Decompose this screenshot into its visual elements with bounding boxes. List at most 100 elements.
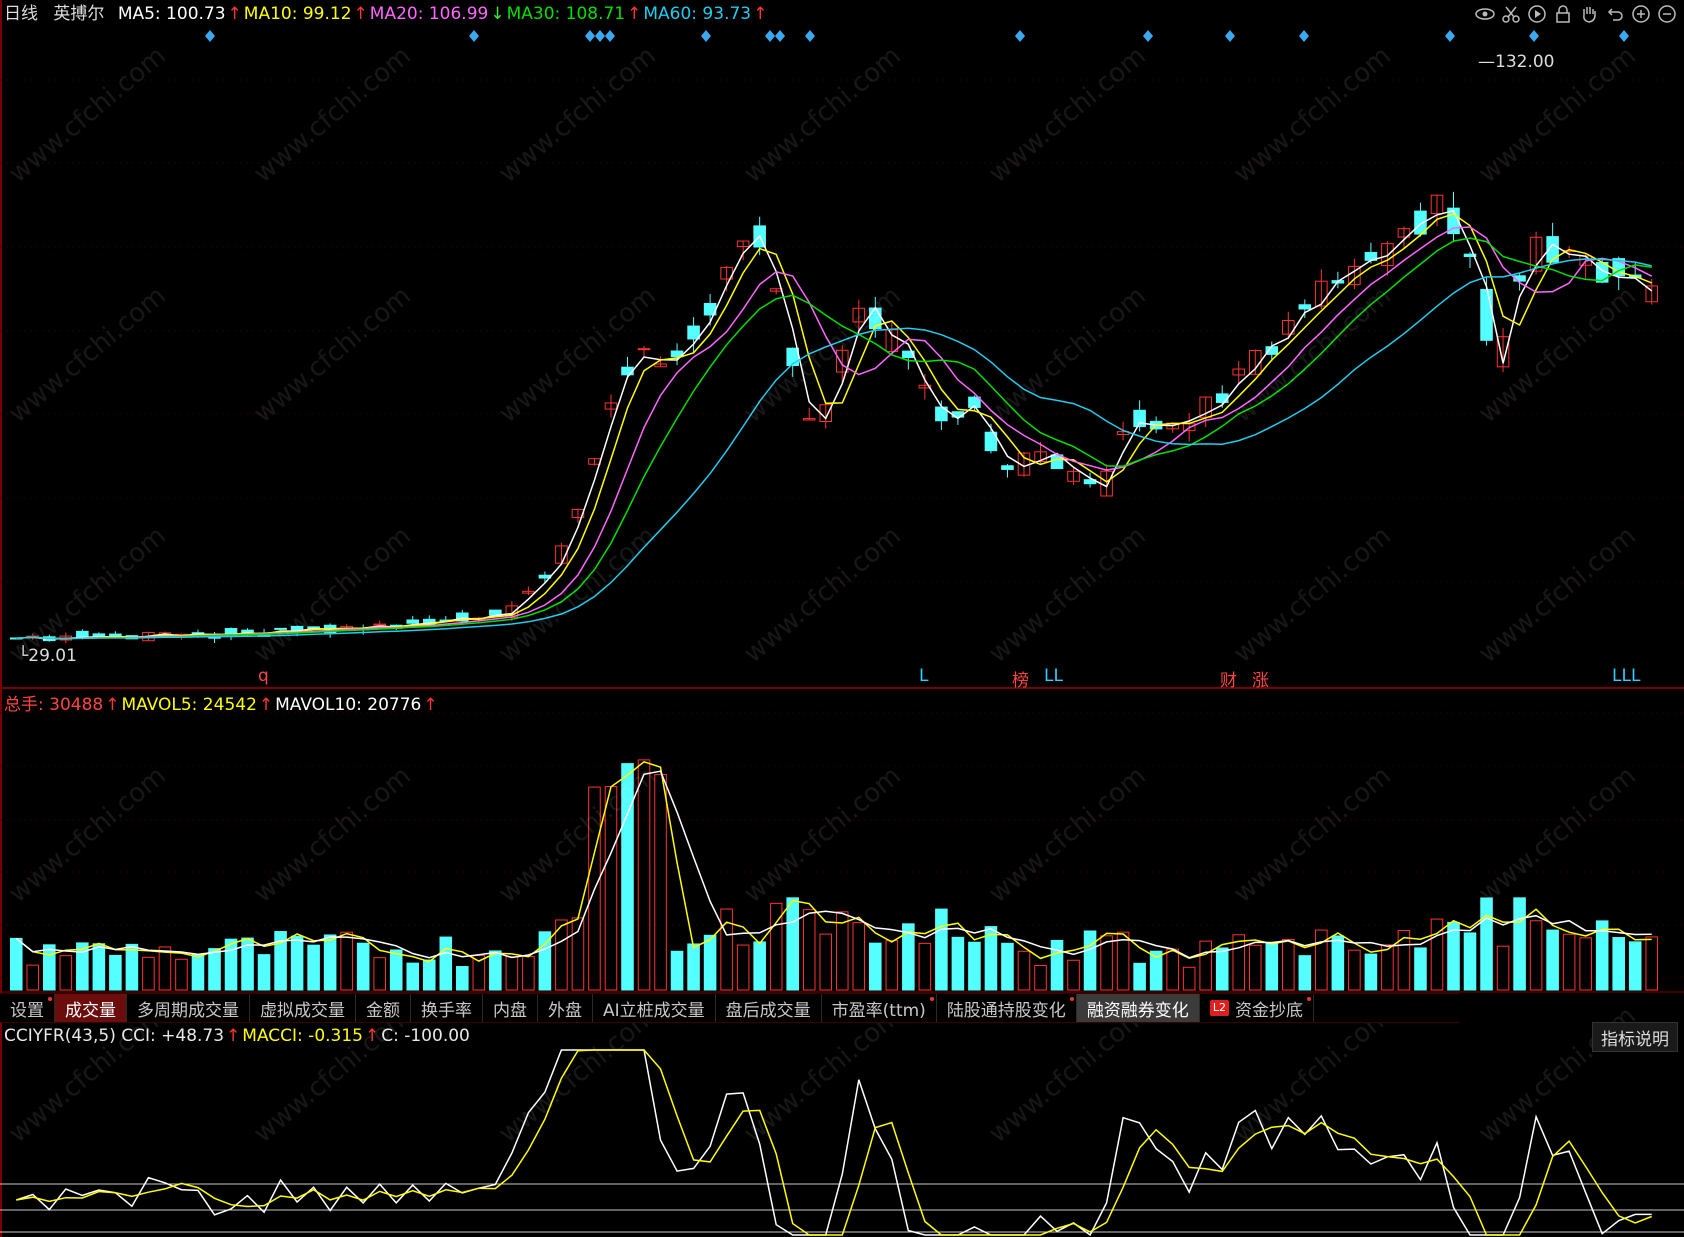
event-marker-3[interactable]: LL (1044, 666, 1063, 686)
tab-3[interactable]: 虚拟成交量 (250, 994, 356, 1022)
hand-icon[interactable] (1578, 3, 1600, 25)
volume-bar (208, 948, 221, 991)
tab-0[interactable]: 设置 (0, 994, 55, 1022)
volume-bar (439, 936, 453, 991)
tab-4[interactable]: 金额 (356, 994, 411, 1022)
volume-bar (852, 922, 866, 991)
signal-diamond-icon (1143, 30, 1153, 42)
cci-line (16, 1049, 1652, 1237)
event-marker-4[interactable]: 财 (1220, 666, 1237, 691)
ma-legend-item-arrow-2: ↓ (490, 4, 505, 24)
volume-bar (191, 953, 205, 991)
signal-diamond-icon (805, 30, 815, 42)
tab-9[interactable]: 盘后成交量 (716, 994, 822, 1022)
tab-6[interactable]: 内盘 (483, 994, 538, 1022)
candle-body (406, 619, 420, 624)
volume-bar (604, 786, 618, 991)
ma-legend-item-arrow-4: ↑ (753, 4, 768, 24)
signal-diamond-icon (585, 30, 595, 42)
volume-bar (1348, 949, 1361, 991)
play-icon[interactable] (1526, 3, 1548, 25)
volume-bar (786, 897, 799, 991)
volume-bar (1529, 920, 1543, 991)
tab-label: 盘后成交量 (725, 1000, 811, 1021)
volume-bar (753, 941, 766, 991)
tab-1[interactable]: 成交量 (55, 994, 127, 1022)
tab-2[interactable]: 多周期成交量 (127, 994, 250, 1022)
tab-12[interactable]: 融资融券变化 (1076, 994, 1200, 1022)
event-marker-2[interactable]: 榜 (1012, 666, 1029, 691)
volume-bar (43, 944, 56, 991)
l2-badge-icon: L2 (1209, 1000, 1229, 1016)
tab-dot-icon (929, 997, 934, 1001)
event-marker-6[interactable]: LLL (1612, 666, 1640, 686)
volume-bar (109, 954, 122, 991)
volume-bar (489, 950, 502, 991)
volume-bar (1480, 897, 1493, 991)
volume-bar (918, 942, 932, 991)
tab-5[interactable]: 换手率 (411, 994, 483, 1022)
tab-13[interactable]: L2 资金抄底 (1200, 994, 1314, 1022)
signal-diamond-icon (775, 30, 785, 42)
vol-legend-item-0: 总手: 30488 (4, 695, 104, 715)
volume-bar (1463, 932, 1477, 991)
cci-legend-item-2: C: -100.00 (381, 1026, 470, 1046)
volume-bar (1331, 935, 1345, 991)
volume-bar (1282, 939, 1295, 991)
volume-bar (356, 942, 370, 991)
tab-label: 内盘 (493, 1000, 527, 1021)
cci-legend: CCIYFR(43,5) CCI: +48.73 ↑ MACCI: -0.315 ↑ C… (4, 1025, 480, 1047)
ma10-line (16, 213, 1652, 640)
candle-body (76, 630, 89, 638)
volume-bar (1199, 940, 1212, 991)
signal-diamond-icon (1529, 30, 1539, 42)
mavol10-line (15, 770, 1652, 959)
volume-bar (92, 943, 106, 991)
ma-legend-item-arrow-3: ↑ (627, 4, 642, 24)
mavol5-line (15, 760, 1652, 963)
volume-bar (59, 955, 73, 991)
stock-chart[interactable] (0, 0, 1684, 1237)
eye-icon[interactable] (1474, 3, 1496, 25)
high-price-label: —132.00 (1478, 52, 1555, 72)
scissors-icon[interactable] (1500, 3, 1522, 25)
volume-bar (125, 943, 139, 991)
tab-8[interactable]: AI立桩成交量 (593, 994, 716, 1022)
signal-diamond-icon (595, 30, 605, 42)
volume-bar (1513, 897, 1526, 991)
volume-bar (522, 956, 535, 991)
event-marker-1[interactable]: L (919, 666, 928, 686)
volume-bar (736, 944, 750, 991)
tab-7[interactable]: 外盘 (538, 994, 593, 1022)
tab-10[interactable]: 市盈率(ttm) (822, 994, 937, 1022)
vol-legend-item-1: MAVOL5: 24542 (121, 695, 257, 715)
zoom-in-icon[interactable] (1630, 3, 1652, 25)
volume-bar (687, 943, 700, 991)
event-marker-5[interactable]: 涨 (1252, 666, 1269, 691)
signal-diamond-icon (1299, 30, 1309, 42)
candle-body (92, 633, 106, 637)
stock-name: 英搏尔 (53, 4, 105, 24)
chart-toolbar (1474, 3, 1678, 25)
indicator-help-button[interactable]: 指标说明 (1592, 1022, 1678, 1052)
volume-bar (1017, 950, 1031, 991)
volume-bar (1562, 933, 1576, 991)
volume-bar (968, 941, 981, 991)
signal-diamond-icon (765, 30, 775, 42)
tab-label: 换手率 (421, 1000, 472, 1021)
volume-bar (158, 946, 172, 991)
volume-bar (456, 966, 469, 991)
volume-bar (1364, 953, 1378, 991)
cci-legend-item-arrow-0: ↑ (226, 1026, 241, 1046)
undo-icon[interactable] (1604, 3, 1626, 25)
indicator-tab-bar: 设置 成交量 多周期成交量 虚拟成交量 金额 换手率 内盘 外盘 AI立桩成交量 盘后成交量 市盈率… (0, 993, 1460, 1023)
volume-bar (819, 933, 833, 991)
tab-11[interactable]: 陆股通持股变化 (937, 994, 1077, 1022)
volume-bar (1083, 930, 1097, 991)
tab-label: 金额 (366, 1000, 400, 1021)
volume-bar (637, 759, 651, 991)
event-marker-0[interactable]: q (258, 666, 269, 686)
lock-icon[interactable] (1552, 3, 1574, 25)
period-label[interactable]: 日线 (4, 4, 38, 24)
zoom-out-icon[interactable] (1656, 3, 1678, 25)
